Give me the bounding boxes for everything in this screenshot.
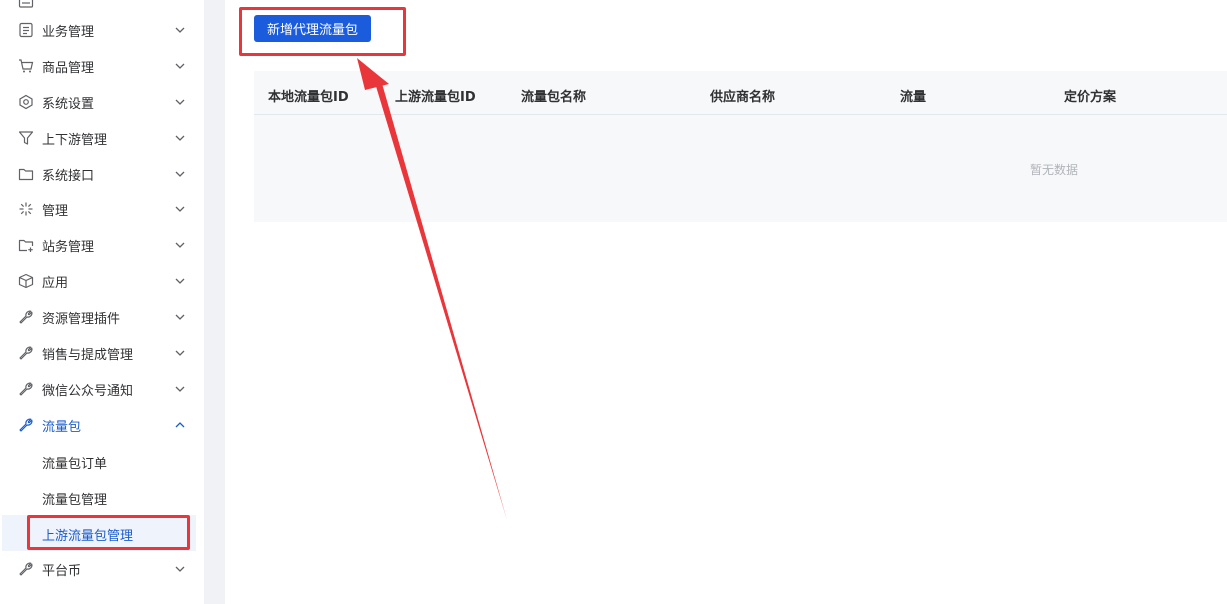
sidebar-item-system-settings[interactable]: 系统设置 bbox=[0, 84, 200, 120]
sidebar-item-system-interface[interactable]: 系统接口 bbox=[0, 156, 200, 192]
submenu-item-traffic-orders[interactable]: 流量包订单 bbox=[0, 443, 200, 479]
sidebar-item-label: 商品管理 bbox=[42, 60, 95, 76]
sidebar-item-label: 管理 bbox=[42, 203, 69, 219]
data-table: 本地流量包ID 上游流量包ID 流量包名称 供应商名称 流量 定价方案 暂无数据 bbox=[254, 71, 1227, 222]
column-header-pricing-plan: 定价方案 bbox=[1064, 90, 1117, 105]
column-header-package-name: 流量包名称 bbox=[521, 90, 587, 105]
sidebar-item-label: 业务管理 bbox=[42, 24, 95, 40]
chevron-down-icon bbox=[174, 311, 186, 323]
sidebar-item-management[interactable]: 管理 bbox=[0, 191, 200, 227]
column-header-upstream-id: 上游流量包ID bbox=[395, 90, 476, 105]
submenu-item-traffic-management[interactable]: 流量包管理 bbox=[0, 479, 200, 515]
chevron-down-icon bbox=[174, 383, 186, 395]
highlight-box-upstream-menu bbox=[27, 515, 190, 550]
sidebar-item-resource-plugins[interactable]: 资源管理插件 bbox=[0, 299, 200, 335]
sidebar-item-label: 系统设置 bbox=[42, 96, 95, 112]
sidebar-item-sales-commission[interactable]: 销售与提成管理 bbox=[0, 335, 200, 371]
sidebar-item-label: 站务管理 bbox=[42, 239, 95, 255]
chevron-up-icon bbox=[174, 419, 186, 431]
chevron-down-icon bbox=[174, 347, 186, 359]
cart-icon bbox=[18, 58, 34, 74]
chevron-down-icon bbox=[174, 60, 186, 72]
sidebar-item-site-affairs[interactable]: 站务管理 bbox=[0, 227, 200, 263]
folder-icon bbox=[18, 166, 34, 182]
sparkle-icon bbox=[18, 201, 34, 217]
sidebar-gutter bbox=[204, 0, 225, 604]
partial-menu-icon bbox=[18, 0, 34, 8]
submenu-item-label: 流量包订单 bbox=[42, 457, 108, 472]
chevron-down-icon bbox=[174, 563, 186, 575]
empty-state-text: 暂无数据 bbox=[1030, 163, 1079, 177]
chevron-down-icon bbox=[174, 132, 186, 144]
sidebar-item-platform-coin[interactable]: 平台币 bbox=[0, 551, 200, 587]
submenu-item-label: 流量包管理 bbox=[42, 493, 108, 508]
sidebar-item-label: 上下游管理 bbox=[42, 132, 108, 148]
wrench-icon bbox=[18, 309, 34, 325]
sidebar-item-business[interactable]: 业务管理 bbox=[0, 12, 200, 48]
sidebar-item-upstream-downstream[interactable]: 上下游管理 bbox=[0, 120, 200, 156]
chevron-down-icon bbox=[174, 203, 186, 215]
document-icon bbox=[18, 22, 34, 38]
table-header: 本地流量包ID 上游流量包ID 流量包名称 供应商名称 流量 定价方案 bbox=[254, 71, 1227, 115]
sidebar-item-apps[interactable]: 应用 bbox=[0, 263, 200, 299]
box-icon bbox=[18, 273, 34, 289]
column-header-local-id: 本地流量包ID bbox=[268, 90, 349, 105]
highlight-box-add-button bbox=[239, 7, 406, 56]
sidebar-item-wechat-notify[interactable]: 微信公众号通知 bbox=[0, 371, 200, 407]
sidebar-item-traffic-package[interactable]: 流量包 bbox=[0, 407, 200, 443]
settings-icon bbox=[18, 94, 34, 110]
chevron-down-icon bbox=[174, 239, 186, 251]
wrench-icon bbox=[18, 561, 34, 577]
main-content: 新增代理流量包 本地流量包ID 上游流量包ID 流量包名称 供应商名称 流量 定… bbox=[225, 0, 1227, 604]
filter-icon bbox=[18, 130, 34, 146]
sidebar-item-label: 微信公众号通知 bbox=[42, 383, 134, 399]
folder-add-icon bbox=[18, 237, 34, 253]
chevron-down-icon bbox=[174, 168, 186, 180]
chevron-down-icon bbox=[174, 275, 186, 287]
sidebar-item-label: 应用 bbox=[42, 275, 69, 291]
sidebar-item-products[interactable]: 商品管理 bbox=[0, 48, 200, 84]
chevron-down-icon bbox=[174, 96, 186, 108]
chevron-down-icon bbox=[174, 24, 186, 36]
sidebar-item-label: 平台币 bbox=[42, 563, 82, 579]
sidebar-item-label: 销售与提成管理 bbox=[42, 347, 134, 363]
sidebar-item-label: 资源管理插件 bbox=[42, 311, 121, 327]
wrench-icon bbox=[18, 417, 34, 433]
sidebar: 业务管理 商品管理 系统设置 上下游管理 系统接口 管理 站务管理 应用 资源管… bbox=[0, 0, 204, 604]
sidebar-item-label: 流量包 bbox=[42, 419, 82, 435]
wrench-icon bbox=[18, 345, 34, 361]
column-header-traffic: 流量 bbox=[900, 90, 927, 105]
column-header-supplier-name: 供应商名称 bbox=[710, 90, 776, 105]
sidebar-item-label: 系统接口 bbox=[42, 168, 95, 184]
wrench-icon bbox=[18, 381, 34, 397]
